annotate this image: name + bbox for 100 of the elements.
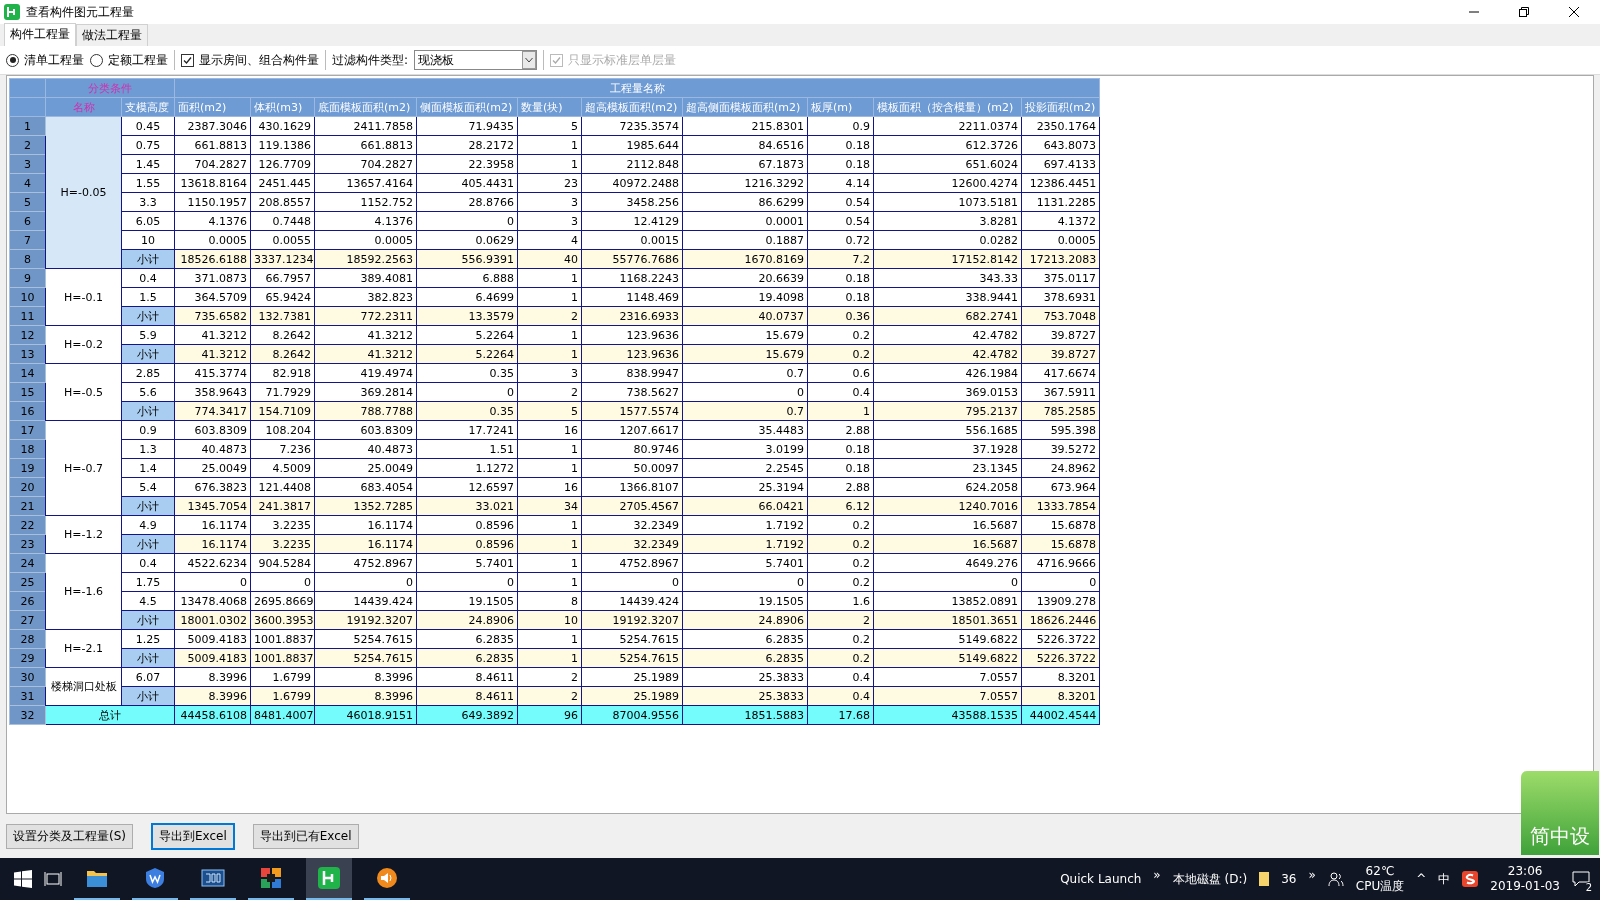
checkbox-icon[interactable] [181, 53, 194, 67]
table-cell: 2 [517, 382, 582, 402]
table-cell: 0.4 [807, 382, 874, 402]
table-cell: 2.88 [807, 477, 874, 497]
drive-label[interactable]: 本地磁盘 (D:) [1172, 870, 1248, 888]
group-name-cell[interactable]: H=-1.6 [45, 553, 122, 630]
table-cell: 0.7448 [250, 211, 315, 231]
group-name-cell[interactable]: 楼梯洞口处板 [45, 667, 122, 706]
tray-label[interactable]: 36 [1281, 872, 1297, 886]
restore-icon[interactable] [1518, 6, 1530, 18]
ime-app-icon[interactable] [1462, 871, 1479, 887]
group-name-cell[interactable]: H=-0.2 [45, 325, 122, 364]
table-cell: 2411.7858 [314, 116, 417, 136]
table-cell: 15.6878 [1021, 515, 1100, 535]
ime-indicator[interactable]: 中 [1438, 870, 1451, 888]
table-cell: 13909.278 [1021, 591, 1100, 611]
taskbar-app[interactable] [306, 858, 352, 900]
group-name-cell[interactable]: H=-0.5 [45, 363, 122, 421]
table-cell: 1.7192 [682, 515, 808, 535]
tray-caret[interactable]: ^ [1416, 872, 1427, 886]
table-cell: 1152.752 [314, 192, 417, 212]
table-cell: 1216.3292 [682, 173, 808, 193]
table-cell: 651.6024 [873, 154, 1022, 174]
table-cell: 0.45 [121, 116, 175, 136]
table-cell: 2211.0374 [873, 116, 1022, 136]
table-cell: 0.54 [807, 192, 874, 212]
table-cell: 8.4611 [416, 667, 518, 687]
radio-button[interactable]: 清单工程量 [6, 51, 84, 69]
table-cell: 0.0015 [581, 230, 683, 250]
action-button[interactable]: 导出到Excel [151, 822, 235, 850]
quick-launch-label[interactable]: Quick Launch [1060, 872, 1142, 886]
table-cell: 612.3726 [873, 135, 1022, 155]
table-cell: 1.5 [121, 287, 175, 307]
table-cell: 5.2264 [416, 325, 518, 345]
radio-button[interactable]: 定额工程量 [90, 51, 168, 69]
table-cell: 4752.8967 [581, 553, 683, 573]
table-cell: 2 [517, 667, 582, 687]
table-cell: 0.4 [121, 268, 175, 288]
tab[interactable]: 做法工程量 [76, 24, 148, 46]
group-name-cell[interactable]: H=-0.1 [45, 268, 122, 326]
group-name-cell[interactable]: H=-1.2 [45, 515, 122, 554]
table-cell: 8.3996 [174, 667, 251, 687]
table-cell: 15.679 [682, 325, 808, 345]
table-cell: 2695.8669 [250, 591, 315, 611]
table-cell: 0.0005 [314, 230, 417, 250]
table-cell: 389.4081 [314, 268, 417, 288]
chevron[interactable]: » [1153, 868, 1161, 882]
table-cell: 24.8962 [1021, 458, 1100, 478]
table-cell: 50.0097 [581, 458, 683, 478]
people-icon[interactable] [1327, 871, 1344, 887]
checkbox[interactable]: 显示房间、组合构件量 [181, 51, 319, 69]
tab[interactable]: 构件工程量 [4, 23, 76, 46]
table-cell: 126.7709 [250, 154, 315, 174]
table-cell: 4.1372 [1021, 211, 1100, 231]
table-cell: 5.7401 [416, 553, 518, 573]
close-icon[interactable] [1568, 6, 1580, 18]
table-cell: 0.35 [416, 363, 518, 383]
clock-time[interactable]: 23:06 [1507, 864, 1543, 879]
filter-dropdown[interactable]: 现浇板 [414, 50, 538, 70]
table-cell: 0.1887 [682, 230, 808, 250]
table-cell: 5226.3722 [1021, 629, 1100, 649]
action-button[interactable]: 设置分类及工程量(S) [6, 823, 133, 849]
table-cell: 0.18 [807, 154, 874, 174]
table-cell: 0.0005 [174, 230, 251, 250]
table-cell: 17.7241 [416, 420, 518, 440]
table-cell: 14439.424 [581, 591, 683, 611]
table-cell: 108.204 [250, 420, 315, 440]
start-icon[interactable] [14, 870, 32, 888]
table-cell: 32.2349 [581, 515, 683, 535]
table-cell: 3458.256 [581, 192, 683, 212]
table-cell: 0.18 [807, 458, 874, 478]
task-view-icon[interactable] [44, 871, 62, 887]
app-icon [318, 867, 340, 889]
table-cell: 12.4129 [581, 211, 683, 231]
group-name-cell[interactable]: H=-0.7 [45, 420, 122, 516]
table-cell: 6.4699 [416, 287, 518, 307]
table-cell: 904.5284 [250, 553, 315, 573]
table-cell: 0.75 [121, 135, 175, 155]
table-cell: 0 [581, 572, 683, 592]
table-cell: 28.8766 [416, 192, 518, 212]
radio-icon[interactable] [6, 53, 19, 67]
table-cell: 4.9 [121, 515, 175, 535]
table-cell: 0.4 [807, 667, 874, 687]
action-button[interactable]: 导出到已有Excel [252, 823, 359, 849]
app-icon [4, 4, 20, 20]
table-cell: 80.9746 [581, 439, 683, 459]
table-cell: 624.2058 [873, 477, 1022, 497]
table-cell: 40.4873 [174, 439, 251, 459]
shield-app-icon [144, 867, 166, 889]
group-name-cell[interactable]: H=-2.1 [45, 629, 122, 668]
table-cell: 1.1272 [416, 458, 518, 478]
grid-app-icon [260, 867, 282, 889]
clock-date[interactable]: 2019-01-03 [1490, 879, 1560, 894]
table-cell: 0 [682, 572, 808, 592]
chevron[interactable]: » [1308, 868, 1316, 882]
table-cell: 367.5911 [1021, 382, 1100, 402]
table-cell: 40972.2488 [581, 173, 683, 193]
radio-icon[interactable] [90, 53, 103, 67]
table-cell: 603.8309 [314, 420, 417, 440]
group-name-cell[interactable]: H=-0.05 [45, 116, 122, 269]
